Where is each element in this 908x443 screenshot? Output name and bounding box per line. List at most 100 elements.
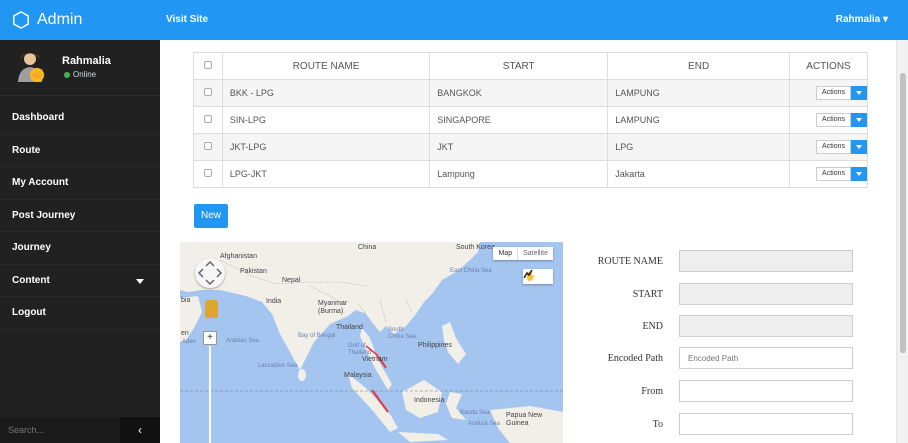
map-type-map-button[interactable]: Map: [493, 247, 517, 260]
table-header-row: ROUTE NAME START END ACTIONS: [193, 52, 868, 80]
column-header-route-name: ROUTE NAME: [221, 52, 431, 80]
cell-start: JKT: [429, 133, 609, 161]
cell-route-name: LPG-JKT: [221, 160, 431, 188]
table-row: LPG-JKT Lampung Jakarta Actions: [193, 160, 868, 188]
end-input[interactable]: [679, 315, 853, 337]
actions-button[interactable]: Actions: [816, 167, 851, 181]
start-input[interactable]: [679, 283, 853, 305]
drawing-tools: ✋: [523, 269, 553, 284]
actions-dropdown[interactable]: Actions: [816, 167, 867, 181]
map-label: South China Sea: [388, 327, 417, 340]
actions-toggle[interactable]: [851, 86, 867, 100]
sri-lanka: [298, 369, 306, 381]
sidebar-item-post-journey[interactable]: Post Journey: [0, 200, 160, 232]
map-label: Thailand: [336, 324, 363, 331]
sidebar-item-content[interactable]: Content: [0, 265, 160, 297]
to-input[interactable]: [679, 413, 853, 435]
sidebar-search-input[interactable]: [0, 417, 120, 443]
map-label: Gulf of Thailand: [348, 343, 372, 356]
java: [398, 432, 448, 442]
sidebar-search: ‹: [0, 417, 160, 443]
map-label: Philippines: [418, 342, 452, 349]
form-row-route-name: ROUTE NAME: [585, 250, 853, 272]
visit-site-link[interactable]: Visit Site: [166, 14, 208, 25]
sidebar-item-dashboard[interactable]: Dashboard: [0, 102, 160, 135]
to-label: To: [652, 418, 663, 430]
sidebar-item-my-account[interactable]: My Account: [0, 167, 160, 200]
zoom-in-button[interactable]: +: [203, 331, 217, 345]
route-name-input[interactable]: [679, 250, 853, 272]
select-all-checkbox[interactable]: [203, 60, 212, 69]
polyline-draw-icon[interactable]: [523, 269, 553, 284]
map-label: Nepal: [282, 277, 301, 284]
table-row: JKT-LPG JKT LPG Actions: [193, 133, 868, 161]
column-header-start: START: [429, 52, 609, 80]
map-label: Arabian Sea: [226, 338, 260, 344]
sidebar-item-route[interactable]: Route: [0, 135, 160, 167]
avatar: [18, 53, 45, 83]
row-checkbox[interactable]: [203, 169, 212, 177]
map-type-control: Map Satellite: [493, 247, 553, 260]
brand-title: Admin: [37, 11, 83, 28]
zoom-slider[interactable]: [209, 346, 211, 443]
actions-toggle[interactable]: [851, 167, 867, 181]
actions-button[interactable]: Actions: [816, 113, 851, 127]
map-label: Malaysia: [344, 372, 372, 379]
top-navbar: Admin Visit Site Rahmalia ▾: [0, 0, 908, 40]
page-scrollbar[interactable]: [896, 40, 908, 443]
cell-end: Jakarta: [607, 160, 791, 188]
sidebar-item-journey[interactable]: Journey: [0, 232, 160, 265]
actions-button[interactable]: Actions: [816, 140, 851, 154]
column-header-actions: ACTIONS: [789, 52, 868, 80]
row-checkbox[interactable]: [203, 88, 212, 96]
new-route-button[interactable]: New: [194, 204, 228, 228]
caret-down-icon: [856, 91, 862, 95]
form-row-start: START: [585, 283, 853, 305]
cell-start: SINGAPORE: [429, 106, 609, 134]
map-label: India: [266, 298, 282, 305]
actions-button[interactable]: Actions: [816, 86, 851, 100]
status-text: Online: [73, 70, 97, 79]
map-label: bia: [181, 297, 191, 304]
actions-toggle[interactable]: [851, 140, 867, 154]
actions-dropdown[interactable]: Actions: [816, 140, 867, 154]
actions-dropdown[interactable]: Actions: [816, 113, 867, 127]
map-label: en: [181, 330, 189, 337]
row-checkbox[interactable]: [203, 142, 212, 150]
row-checkbox[interactable]: [203, 115, 212, 123]
scrollbar-thumb[interactable]: [900, 73, 906, 353]
map-pan-control[interactable]: [195, 258, 225, 288]
actions-toggle[interactable]: [851, 113, 867, 127]
actions-dropdown[interactable]: Actions: [816, 86, 867, 100]
cell-end: LAMPUNG: [607, 106, 791, 134]
collapse-sidebar-button[interactable]: ‹: [120, 417, 160, 443]
map-label: Papua New Guinea: [506, 412, 543, 427]
cell-route-name: BKK - LPG: [221, 79, 431, 107]
cell-route-name: JKT-LPG: [221, 133, 431, 161]
map-label: Afghanistan: [220, 253, 257, 260]
map-label: Pakistan: [240, 268, 267, 275]
main-content: ROUTE NAME START END ACTIONS BKK - LPG B…: [160, 40, 908, 443]
column-header-end: END: [607, 52, 791, 80]
encoded-path-input[interactable]: [679, 347, 853, 369]
caret-down-icon: [856, 118, 862, 122]
form-row-to: To: [585, 413, 853, 435]
map-type-satellite-button[interactable]: Satellite: [517, 247, 553, 260]
user-menu-dropdown[interactable]: Rahmalia ▾: [836, 14, 888, 25]
profile-name: Rahmalia: [62, 55, 111, 67]
map-label: Myanmar (Burma): [318, 300, 348, 315]
street-view-pegman-icon[interactable]: [205, 300, 218, 318]
chevron-left-icon: ‹: [138, 423, 142, 437]
caret-down-icon: [856, 172, 862, 176]
form-row-encoded-path: Encoded Path: [585, 347, 853, 369]
cell-start: BANGKOK: [429, 79, 609, 107]
from-input[interactable]: [679, 380, 853, 402]
cell-start: Lampung: [429, 160, 609, 188]
routes-table: ROUTE NAME START END ACTIONS BKK - LPG B…: [193, 52, 868, 188]
pan-arrows-icon: [197, 260, 223, 286]
brand[interactable]: Admin: [0, 0, 160, 40]
map-label: Aden: [182, 339, 197, 345]
route-map[interactable]: China South Korea Afghanistan Pakistan N…: [180, 242, 563, 443]
form-row-end: END: [585, 315, 853, 337]
sidebar-item-logout[interactable]: Logout: [0, 297, 160, 330]
